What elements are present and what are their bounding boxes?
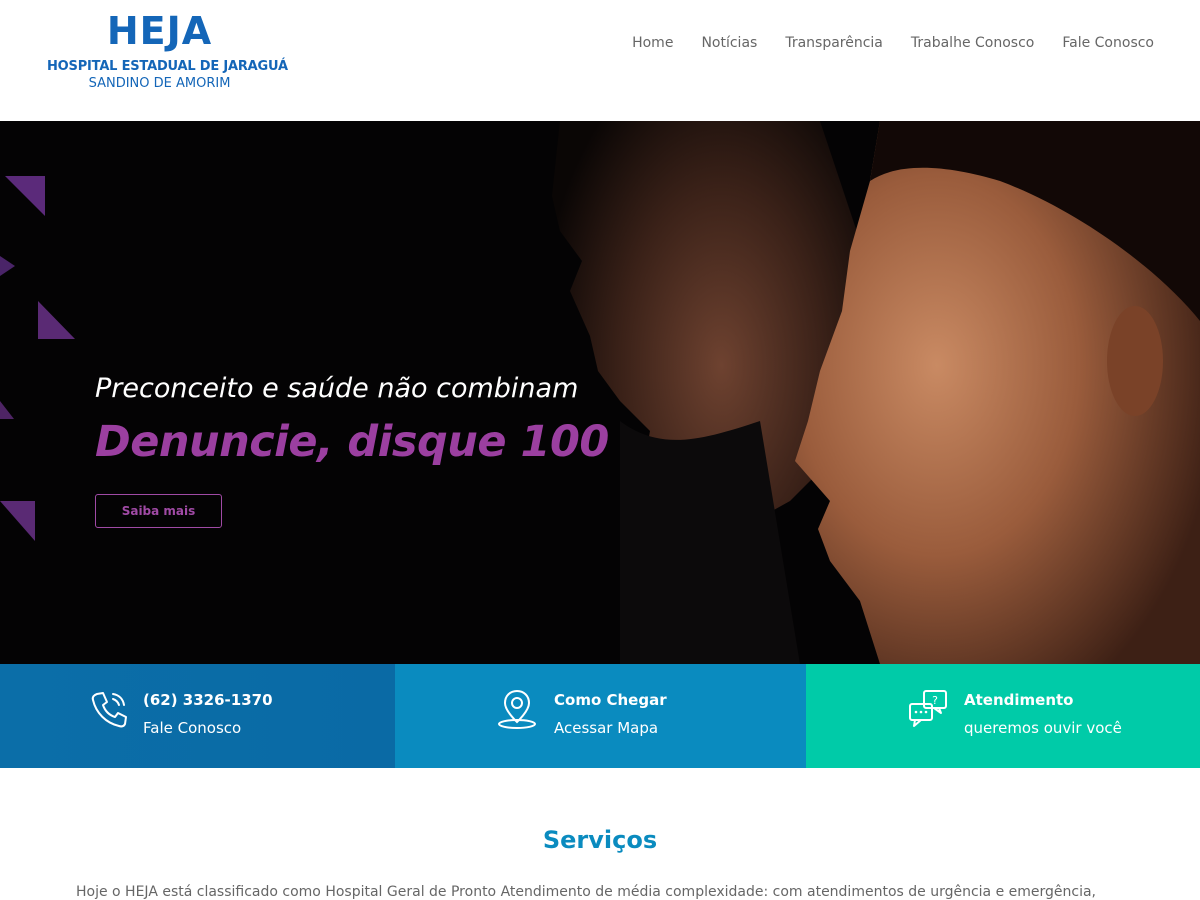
nav-item-noticias[interactable]: Notícias (701, 35, 757, 51)
saiba-mais-button[interactable]: Saiba mais (95, 494, 222, 528)
service-subtitle: queremos ouvir você (964, 719, 1122, 737)
info-bar: (62) 3326-1370 Fale Conosco Como Chegar … (0, 664, 1200, 768)
info-service[interactable]: ? Atendimento queremos ouvir você (806, 664, 1200, 768)
services-heading: Serviços (542, 826, 658, 854)
nav-item-trabalhe-conosco[interactable]: Trabalhe Conosco (911, 35, 1034, 51)
nav-item-fale-conosco[interactable]: Fale Conosco (1062, 35, 1154, 51)
service-title: Atendimento (964, 691, 1074, 709)
directions-subtitle: Acessar Mapa (554, 719, 659, 737)
nav-item-transparencia[interactable]: Transparência (785, 35, 883, 51)
hero-subtitle: Preconceito e saúde não combinam (95, 373, 579, 404)
chat-icon: ? (909, 690, 947, 727)
map-pin-icon (498, 689, 536, 729)
site-header: HEJA HOSPITAL ESTADUAL DE JARAGUÁ SANDIN… (0, 0, 1200, 121)
hospital-logo[interactable]: HEJA HOSPITAL ESTADUAL DE JARAGUÁ SANDIN… (47, 9, 288, 92)
svg-text:?: ? (932, 694, 938, 707)
phone-subtitle: Fale Conosco (143, 719, 242, 737)
directions-title: Como Chegar (554, 691, 667, 709)
logo-hospital-name: HOSPITAL ESTADUAL DE JARAGUÁ (47, 59, 288, 74)
services-description: Hoje o HEJA está classificado como Hospi… (76, 884, 1096, 900)
info-phone[interactable]: (62) 3326-1370 Fale Conosco (0, 664, 395, 768)
info-directions[interactable]: Como Chegar Acessar Mapa (395, 664, 806, 768)
phone-number: (62) 3326-1370 (143, 691, 273, 709)
hero-title: Denuncie, disque 100 (95, 417, 609, 467)
logo-hospital-subname: SANDINO DE AMORIM (88, 76, 231, 91)
phone-icon (91, 692, 127, 728)
main-nav: Home Notícias Transparência Trabalhe Con… (604, 35, 1154, 51)
hero-banner: Preconceito e saúde não combinam Denunci… (0, 121, 1200, 664)
nav-item-home[interactable]: Home (632, 35, 673, 51)
logo-mark: HEJA (106, 9, 213, 53)
